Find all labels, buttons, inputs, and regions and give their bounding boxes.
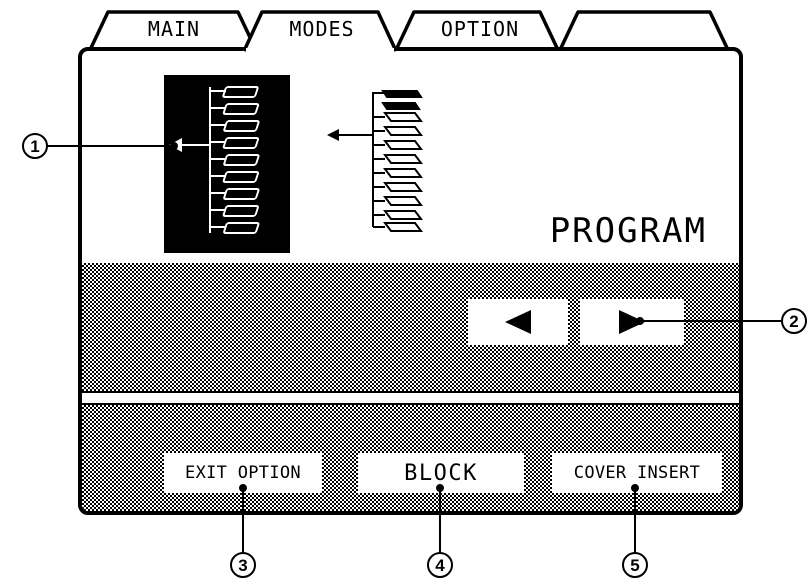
callout-5: 5 — [622, 552, 648, 578]
callout-1: 1 — [22, 133, 48, 159]
callout-leaders — [42, 142, 783, 554]
callout-3: 3 — [230, 552, 256, 578]
callout-4: 4 — [427, 552, 453, 578]
callout-2: 2 — [781, 308, 807, 334]
